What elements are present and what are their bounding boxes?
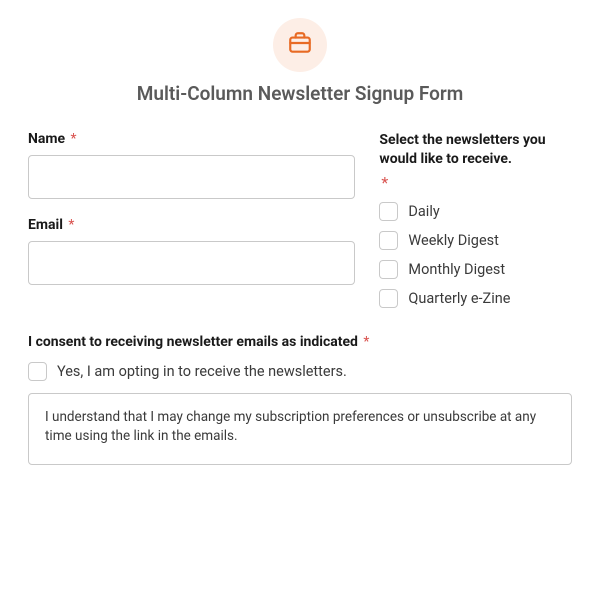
newsletter-option-label: Monthly Digest bbox=[408, 261, 505, 278]
checkbox[interactable] bbox=[379, 231, 398, 250]
newsletter-option[interactable]: Daily bbox=[379, 202, 572, 221]
required-marker: * bbox=[71, 131, 77, 147]
consent-label-text: I consent to receiving newsletter emails… bbox=[28, 334, 358, 350]
disclaimer-text: I understand that I may change my subscr… bbox=[45, 409, 536, 445]
email-label-text: Email bbox=[28, 217, 63, 233]
right-column: Select the newsletters you would like to… bbox=[379, 131, 572, 318]
required-marker: * bbox=[381, 173, 388, 192]
required-marker: * bbox=[68, 217, 74, 233]
checkbox[interactable] bbox=[379, 202, 398, 221]
main-columns: Name * Email * Select the newsletters yo… bbox=[28, 131, 572, 318]
name-input[interactable] bbox=[28, 155, 355, 199]
briefcase-icon bbox=[287, 30, 313, 60]
newsletter-option-label: Daily bbox=[408, 203, 439, 220]
name-label: Name * bbox=[28, 131, 355, 147]
newsletter-option-label: Quarterly e-Zine bbox=[408, 290, 510, 307]
email-input[interactable] bbox=[28, 241, 355, 285]
consent-optin[interactable]: Yes, I am opting in to receive the newsl… bbox=[28, 362, 572, 381]
disclaimer-box: I understand that I may change my subscr… bbox=[28, 393, 572, 465]
name-field: Name * bbox=[28, 131, 355, 199]
email-label: Email * bbox=[28, 217, 355, 233]
checkbox[interactable] bbox=[379, 289, 398, 308]
newsletters-label: Select the newsletters you would like to… bbox=[379, 131, 572, 169]
newsletter-option-label: Weekly Digest bbox=[408, 232, 498, 249]
newsletter-option[interactable]: Weekly Digest bbox=[379, 231, 572, 250]
newsletter-option[interactable]: Monthly Digest bbox=[379, 260, 572, 279]
form-icon-circle bbox=[273, 18, 327, 72]
newsletters-label-text: Select the newsletters you would like to… bbox=[379, 132, 545, 167]
left-column: Name * Email * bbox=[28, 131, 355, 318]
consent-section: I consent to receiving newsletter emails… bbox=[28, 334, 572, 465]
checkbox[interactable] bbox=[28, 362, 47, 381]
newsletter-option[interactable]: Quarterly e-Zine bbox=[379, 289, 572, 308]
checkbox[interactable] bbox=[379, 260, 398, 279]
email-field: Email * bbox=[28, 217, 355, 285]
form-title: Multi-Column Newsletter Signup Form bbox=[28, 82, 572, 105]
consent-label: I consent to receiving newsletter emails… bbox=[28, 334, 572, 350]
required-marker: * bbox=[363, 334, 369, 350]
name-label-text: Name bbox=[28, 131, 65, 147]
consent-optin-text: Yes, I am opting in to receive the newsl… bbox=[57, 363, 347, 380]
